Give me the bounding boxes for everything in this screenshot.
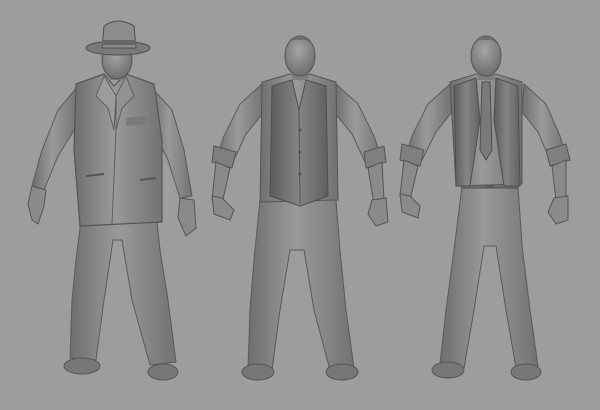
left-forearm [399, 159, 419, 201]
character-lineup-render [27, 20, 571, 381]
left-shoe [241, 363, 275, 381]
viewport-render [0, 0, 600, 410]
head [284, 35, 316, 77]
right-forearm [551, 159, 567, 201]
left-hand [399, 193, 421, 219]
right-hand [367, 197, 389, 227]
vest-button [298, 128, 302, 132]
vest-button [298, 172, 302, 176]
figure-suit-and-hat [27, 20, 197, 381]
right-shoe [147, 363, 179, 381]
figure-open-vest-with-tie [399, 35, 571, 381]
right-shoe [510, 363, 542, 381]
left-shoe [431, 361, 465, 379]
fedora-band [102, 40, 136, 45]
right-hand [547, 195, 569, 225]
head [470, 35, 502, 77]
necktie [479, 81, 493, 161]
left-hand [211, 195, 235, 221]
left-hand [27, 185, 47, 225]
right-hand [177, 197, 197, 237]
left-shoe [63, 357, 101, 375]
trousers [69, 211, 177, 366]
left-arm [31, 84, 79, 191]
right-forearm [367, 161, 385, 205]
right-shoe [325, 363, 359, 381]
trousers [439, 185, 539, 369]
figure-vest-and-shirt [211, 35, 389, 381]
vest-button [298, 150, 302, 154]
trousers [247, 199, 355, 371]
